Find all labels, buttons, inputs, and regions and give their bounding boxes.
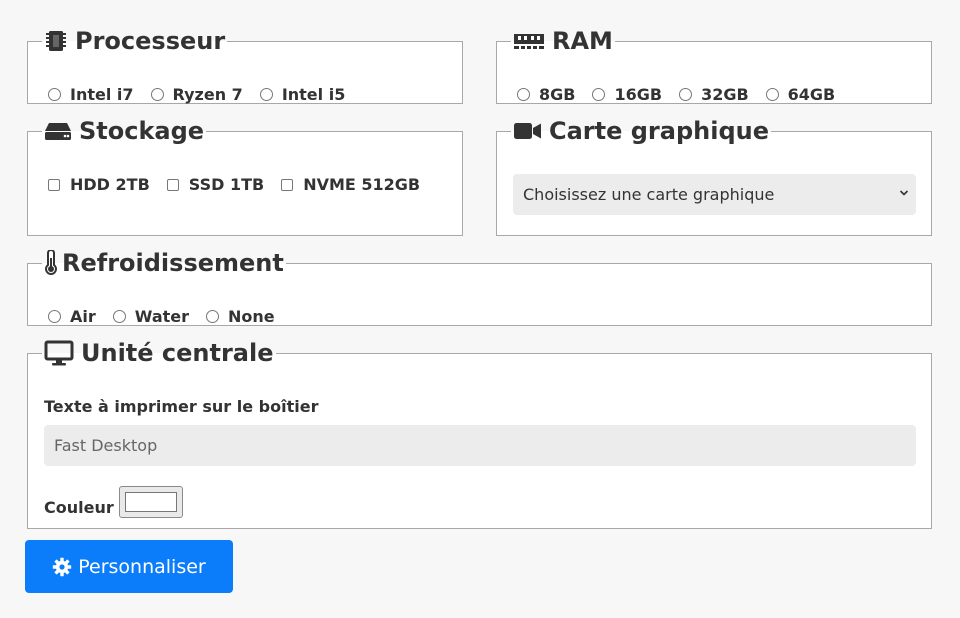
color-swatch <box>125 492 177 512</box>
chevron-down-icon <box>896 185 912 201</box>
option-label: Water <box>134 307 190 326</box>
option-label: 32GB <box>701 85 749 104</box>
processeur-title: Processeur <box>75 27 226 55</box>
option-label: HDD 2TB <box>70 175 150 194</box>
refroidissement-option-none[interactable]: None <box>206 307 275 326</box>
option-label: 16GB <box>614 85 663 104</box>
boitier-text-label: Texte à imprimer sur le boîtier <box>44 397 319 416</box>
radio-button[interactable] <box>112 310 126 323</box>
stockage-option-nvme-512gb[interactable]: NVME 512GB <box>281 175 420 194</box>
couleur-label: Couleur <box>44 498 114 517</box>
refroidissement-option-water[interactable]: Water <box>112 307 190 326</box>
couleur-color-picker[interactable] <box>119 486 183 518</box>
checkbox[interactable] <box>166 178 179 191</box>
thermometer-icon <box>44 250 58 276</box>
radio-button[interactable] <box>48 88 61 101</box>
stockage-title: Stockage <box>79 117 205 145</box>
refroidissement-option-air[interactable]: Air <box>48 307 96 326</box>
processeur-option-intel-i7[interactable]: Intel i7 <box>48 85 134 104</box>
carte-graphique-fieldset: Carte graphique Choisissez une carte gra… <box>496 117 932 236</box>
personnaliser-label: Personnaliser <box>78 555 206 578</box>
video-camera-icon <box>513 121 542 141</box>
ram-option-32gb[interactable]: 32GB <box>679 85 749 104</box>
radio-button[interactable] <box>206 310 220 323</box>
radio-button[interactable] <box>150 88 164 101</box>
option-label: NVME 512GB <box>303 175 421 194</box>
stockage-fieldset: Stockage HDD 2TB SSD 1TB NVME 512GB <box>27 117 463 236</box>
stockage-option-hdd-2tb[interactable]: HDD 2TB <box>48 175 150 194</box>
ram-option-16gb[interactable]: 16GB <box>592 85 662 104</box>
radio-button[interactable] <box>48 310 61 323</box>
option-label: Ryzen 7 <box>172 85 243 104</box>
ram-legend: RAM <box>511 27 615 55</box>
unite-centrale-fieldset: Unité centrale Texte à imprimer sur le b… <box>27 339 932 529</box>
select-value: Choisissez une carte graphique <box>523 185 775 204</box>
radio-button[interactable] <box>679 88 693 101</box>
ram-title: RAM <box>552 27 613 55</box>
desktop-icon <box>44 340 74 366</box>
boitier-text-input[interactable]: Fast Desktop <box>44 425 916 466</box>
personnaliser-button[interactable]: Personnaliser <box>25 540 233 593</box>
processeur-option-ryzen-7[interactable]: Ryzen 7 <box>150 85 243 104</box>
stockage-options: HDD 2TB SSD 1TB NVME 512GB <box>48 175 437 194</box>
memory-icon <box>513 31 545 51</box>
radio-button[interactable] <box>517 88 530 101</box>
unite-centrale-legend: Unité centrale <box>42 339 276 367</box>
boitier-text-placeholder: Fast Desktop <box>54 436 158 455</box>
processeur-options: Intel i7 Ryzen 7 Intel i5 <box>48 85 362 104</box>
ram-options: 8GB 16GB 32GB 64GB <box>517 85 852 104</box>
option-label: 8GB <box>539 85 576 104</box>
ram-option-64gb[interactable]: 64GB <box>765 85 836 104</box>
cpu-chip-icon <box>44 29 68 53</box>
stockage-option-ssd-1tb[interactable]: SSD 1TB <box>166 175 265 194</box>
ram-fieldset: RAM 8GB 16GB 32GB 64GB <box>496 27 932 104</box>
processeur-legend: Processeur <box>42 27 227 55</box>
processeur-fieldset: Processeur Intel i7 Ryzen 7 Intel i5 <box>27 27 463 104</box>
radio-button[interactable] <box>765 88 779 101</box>
carte-graphique-legend: Carte graphique <box>511 117 771 145</box>
checkbox[interactable] <box>48 178 60 191</box>
radio-button[interactable] <box>259 88 273 101</box>
option-label: SSD 1TB <box>188 175 265 194</box>
option-label: Intel i5 <box>281 85 346 104</box>
option-label: Air <box>70 307 96 326</box>
refroidissement-options: Air Water None <box>48 307 292 326</box>
processeur-option-intel-i5[interactable]: Intel i5 <box>259 85 346 104</box>
ram-option-8gb[interactable]: 8GB <box>517 85 575 104</box>
refroidissement-fieldset: Refroidissement Air Water None <box>27 249 932 326</box>
carte-graphique-title: Carte graphique <box>549 117 769 145</box>
hdd-icon <box>44 121 72 141</box>
option-label: Intel i7 <box>70 85 134 104</box>
option-label: None <box>228 307 275 326</box>
refroidissement-legend: Refroidissement <box>42 249 286 277</box>
checkbox[interactable] <box>281 178 294 191</box>
refroidissement-title: Refroidissement <box>62 249 284 277</box>
stockage-legend: Stockage <box>42 117 206 145</box>
gear-icon <box>52 557 72 577</box>
radio-button[interactable] <box>592 88 606 101</box>
carte-graphique-select[interactable]: Choisissez une carte graphique <box>513 174 916 215</box>
unite-centrale-title: Unité centrale <box>81 339 274 367</box>
option-label: 64GB <box>787 85 836 104</box>
